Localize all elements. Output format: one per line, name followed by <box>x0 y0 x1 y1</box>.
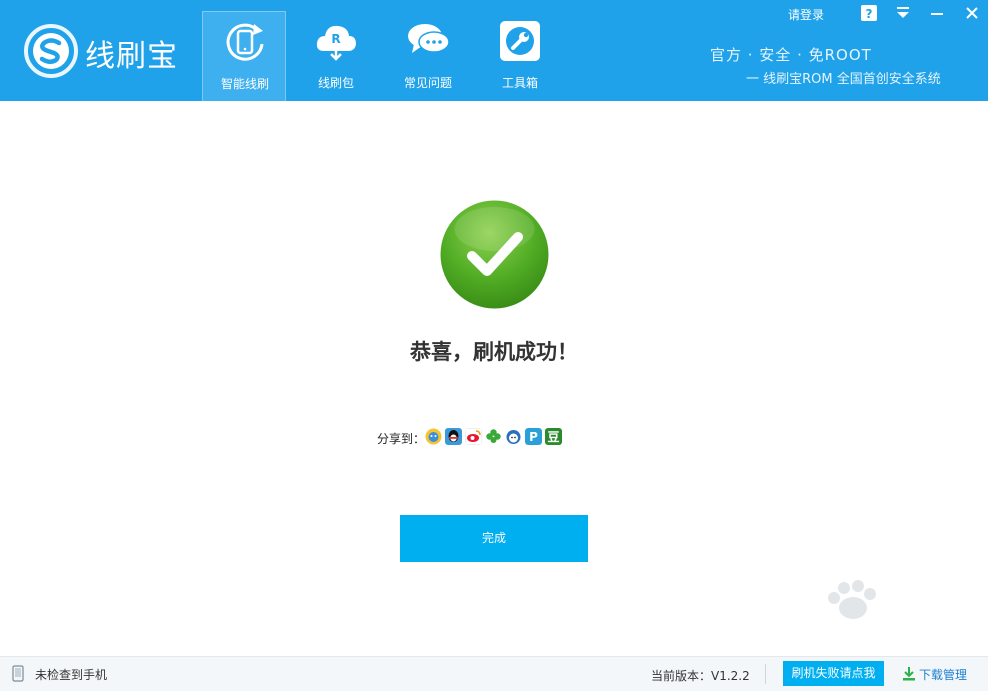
tencent-p-icon[interactable]: P <box>525 428 542 445</box>
minimize-icon[interactable] <box>928 4 946 22</box>
logo-icon <box>24 24 78 78</box>
header-bar: 线刷宝 智能线刷 R 线刷包 常见问题 工具箱 请登录 ? 官方 · 安全 · … <box>0 0 988 101</box>
device-status: 未检查到手机 <box>35 668 108 682</box>
tab-label: 智能线刷 <box>220 77 269 91</box>
qq-icon[interactable] <box>445 428 462 445</box>
done-button[interactable]: 完成 <box>400 515 588 562</box>
svg-text:P: P <box>529 430 538 444</box>
svg-text:R: R <box>331 32 340 46</box>
version-label: 当前版本：V1.2.2 <box>651 669 750 683</box>
download-manager-link[interactable]: 下载管理 <box>919 666 967 683</box>
divider <box>765 664 766 684</box>
tab-toolbox[interactable]: 工具箱 <box>478 11 562 101</box>
wrench-icon <box>500 21 540 61</box>
qzone-icon[interactable] <box>425 428 442 445</box>
tab-flash-package[interactable]: R 线刷包 <box>294 11 378 101</box>
chat-bubbles-icon <box>408 24 450 53</box>
download-icon[interactable] <box>903 667 915 681</box>
clover-icon[interactable] <box>485 428 502 445</box>
share-label: 分享到： <box>377 432 426 446</box>
app-window: 线刷宝 智能线刷 R 线刷包 常见问题 工具箱 请登录 ? 官方 · 安全 · … <box>0 0 988 691</box>
login-link[interactable]: 请登录 <box>788 6 824 23</box>
slogan-line-1: 官方 · 安全 · 免ROOT <box>710 46 872 64</box>
phone-refresh-icon <box>226 23 264 61</box>
tab-label: 常见问题 <box>403 76 452 90</box>
flash-fail-help-button[interactable]: 刷机失败请点我 <box>783 661 884 686</box>
slogan-line-2: 一 线刷宝ROM 全国首创安全系统 <box>746 72 941 87</box>
status-bar: 未检查到手机 当前版本：V1.2.2 刷机失败请点我 下载管理 <box>0 656 988 691</box>
app-name: 线刷宝 <box>85 39 178 74</box>
douban-icon[interactable]: 豆 <box>545 428 562 445</box>
svg-text:?: ? <box>866 7 873 21</box>
cloud-download-icon: R <box>316 25 356 61</box>
tab-faq[interactable]: 常见问题 <box>386 11 470 101</box>
tab-label: 工具箱 <box>501 76 538 90</box>
renren-icon[interactable] <box>505 428 522 445</box>
tab-label: 线刷包 <box>317 76 354 90</box>
svg-text:豆: 豆 <box>547 430 559 444</box>
success-check-icon <box>440 200 549 309</box>
menu-dropdown-icon[interactable] <box>894 4 912 22</box>
close-icon[interactable] <box>963 4 981 22</box>
help-icon[interactable]: ? <box>860 4 878 22</box>
weibo-icon[interactable] <box>465 428 482 445</box>
phone-icon <box>12 665 24 682</box>
success-title: 恭喜，刷机成功！ <box>410 340 578 364</box>
tab-smart-flash[interactable]: 智能线刷 <box>202 11 286 101</box>
